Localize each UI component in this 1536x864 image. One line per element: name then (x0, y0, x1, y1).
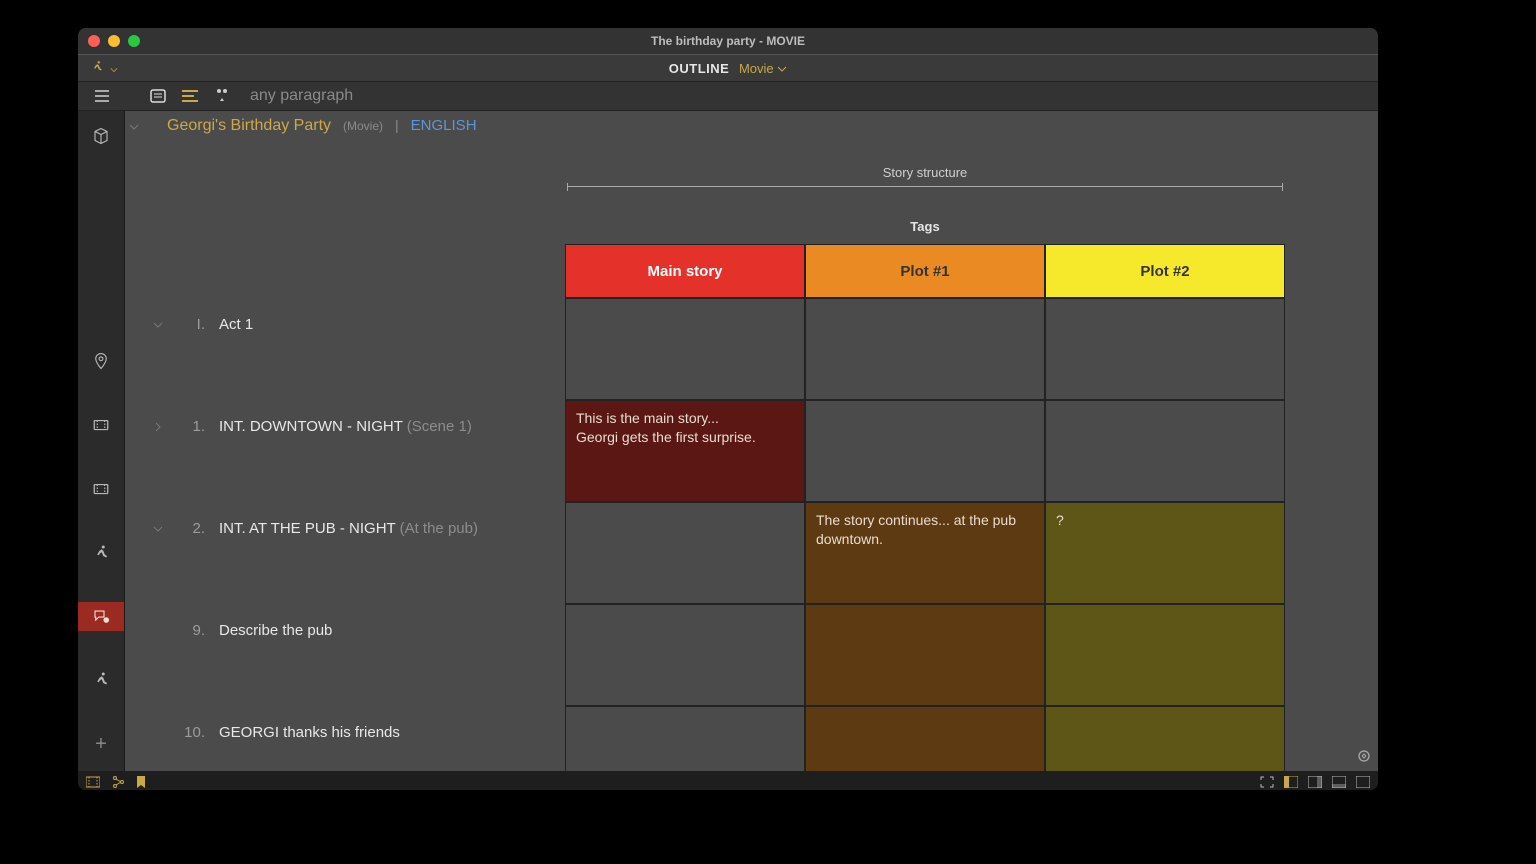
story-structure-header: Story structure (565, 165, 1285, 197)
item-text: INT. DOWNTOWN - NIGHT (Scene 1) (219, 418, 472, 435)
item-number: I. (181, 316, 205, 333)
titlebar: The birthday party - MOVIE (78, 28, 1378, 54)
rail-film-2[interactable] (78, 474, 124, 504)
fullscreen-icon[interactable] (1260, 776, 1274, 788)
rail-cube[interactable] (78, 121, 124, 151)
chevron-icon[interactable] (149, 422, 167, 432)
grid-cell[interactable] (805, 706, 1045, 771)
panel-left-icon[interactable] (1284, 776, 1298, 788)
column-header[interactable]: Plot #2 (1045, 244, 1285, 298)
grid-cell[interactable]: The story continues... at the pub downto… (805, 502, 1045, 604)
outline-item[interactable]: 2. INT. AT THE PUB - NIGHT (At the pub) (125, 502, 565, 604)
item-text: Act 1 (219, 316, 253, 333)
grid-cell[interactable] (1045, 604, 1285, 706)
filter-icon[interactable] (212, 86, 232, 106)
view-toolbar: any paragraph (78, 82, 1378, 111)
sidebar-rail: + (78, 111, 125, 771)
outline-grid: Story structure Tags Main storyPlot #1Pl… (125, 165, 1360, 771)
grid-cell[interactable] (565, 706, 805, 771)
item-number: 9. (181, 622, 205, 639)
column-header[interactable]: Main story (565, 244, 805, 298)
panel-bottom-icon[interactable] (1332, 776, 1346, 788)
grid-cell[interactable]: This is the main story... Georgi gets th… (565, 400, 805, 502)
item-text: Describe the pub (219, 622, 332, 639)
search-input[interactable]: any paragraph (250, 87, 353, 105)
document-name[interactable]: Georgi's Birthday Party (167, 117, 331, 135)
outline-item[interactable]: 10. GEORGI thanks his friends (125, 706, 565, 771)
outline-item[interactable]: 9. Describe the pub (125, 604, 565, 706)
item-text: INT. AT THE PUB - NIGHT (At the pub) (219, 520, 478, 537)
tags-header: Tags (565, 219, 1285, 234)
status-bookmark-icon[interactable] (136, 776, 146, 788)
grid-cell[interactable] (565, 502, 805, 604)
grid-cell[interactable] (565, 298, 805, 400)
resize-handle-icon[interactable] (1356, 748, 1372, 764)
grid-cell[interactable] (1045, 706, 1285, 771)
status-film-icon[interactable] (86, 776, 100, 788)
item-number: 1. (181, 418, 205, 435)
item-number: 2. (181, 520, 205, 537)
item-text: GEORGI thanks his friends (219, 724, 400, 741)
rail-dialogue[interactable] (78, 602, 124, 632)
grid-cell[interactable]: ? (1045, 502, 1285, 604)
rail-add[interactable]: + (78, 729, 124, 759)
main-panel: Georgi's Birthday Party (Movie) | ENGLIS… (125, 111, 1378, 771)
rail-run-1[interactable] (78, 538, 124, 568)
grid-cell[interactable] (565, 604, 805, 706)
item-number: 10. (181, 724, 205, 741)
chevron-icon[interactable] (149, 524, 167, 534)
grid-cell[interactable] (805, 400, 1045, 502)
outline-item[interactable]: I. Act 1 (125, 298, 565, 400)
window-title: The birthday party - MOVIE (78, 34, 1378, 48)
grid-cell[interactable] (1045, 400, 1285, 502)
rail-run-2[interactable] (78, 665, 124, 695)
panel-none-icon[interactable] (1356, 776, 1370, 788)
rail-location[interactable] (78, 346, 124, 376)
menu-icon[interactable] (92, 86, 112, 106)
language-selector[interactable]: ENGLISH (411, 117, 477, 134)
card-view-icon[interactable] (148, 86, 168, 106)
outline-item[interactable]: 1. INT. DOWNTOWN - NIGHT (Scene 1) (125, 400, 565, 502)
app-window: The birthday party - MOVIE OUTLINE Movie… (78, 28, 1378, 790)
collapse-all-icon[interactable] (125, 115, 143, 139)
grid-cell[interactable] (1045, 298, 1285, 400)
list-view-icon[interactable] (180, 86, 200, 106)
document-header: Georgi's Birthday Party (Movie) | ENGLIS… (167, 117, 477, 135)
grid-cell[interactable] (805, 298, 1045, 400)
column-header[interactable]: Plot #1 (805, 244, 1045, 298)
grid-cell[interactable] (805, 604, 1045, 706)
rail-film-1[interactable] (78, 410, 124, 440)
status-tree-icon[interactable] (112, 776, 124, 788)
panel-right-icon[interactable] (1308, 776, 1322, 788)
chevron-icon[interactable] (149, 320, 167, 330)
project-selector[interactable]: Movie (739, 61, 787, 76)
mode-toolbar: OUTLINE Movie (78, 54, 1378, 82)
statusbar (78, 771, 1378, 790)
mode-label: OUTLINE (669, 61, 730, 76)
document-type: (Movie) (343, 119, 383, 133)
